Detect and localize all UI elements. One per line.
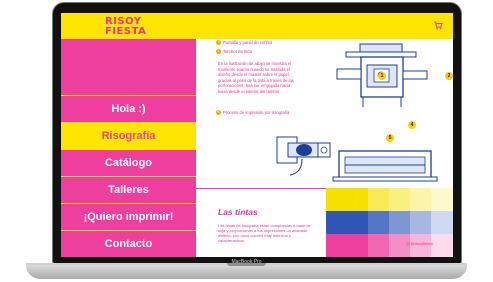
swatch-blue-3	[389, 211, 410, 234]
swatch-pink-5	[431, 234, 453, 257]
swatch-yellow-2	[368, 188, 389, 211]
swatch-yellow-3	[389, 188, 410, 211]
diagram-num-2: 2	[445, 72, 453, 80]
nav-label: ¡Quiero imprimir!	[83, 211, 174, 223]
swatch-yellow-4	[410, 188, 431, 211]
ink-swatches	[326, 188, 453, 257]
screen: Hola :) Risografía Catálogo Talleres ¡Qu…	[61, 13, 453, 257]
nav-item-contacto[interactable]: Contacto	[61, 230, 196, 257]
step-3-label: Pantalla y panel de control	[223, 40, 273, 45]
device-label: MacBook Pro	[231, 259, 262, 265]
tintas-section: Las tintas Las tintas de risografía está…	[196, 188, 326, 257]
instagram-icon: ◎	[406, 241, 410, 246]
step-6-dot: 6	[216, 110, 221, 116]
swatch-yellow-5	[431, 188, 453, 211]
nav-label: Hola :)	[111, 103, 146, 115]
sidebar: Hola :) Risografía Catálogo Talleres ¡Qu…	[61, 39, 196, 257]
printer-diagram	[336, 43, 428, 107]
step-6-text: 6 Proceso de impresión por risografía	[216, 110, 306, 116]
swatch-pink	[326, 234, 368, 257]
step-4-dot: 4	[216, 49, 221, 55]
scene: MacBook Pro Hola :) Risografía Catálogo …	[0, 0, 493, 282]
swatch-blue-4	[410, 211, 431, 234]
nav-label: Contacto	[104, 238, 153, 250]
swatch-blue	[326, 211, 368, 234]
swatch-pink-2	[368, 234, 389, 257]
nav-label: Risografía	[101, 130, 156, 142]
nav-item-talleres[interactable]: Talleres	[61, 176, 196, 203]
step-4-text: 4 Tambor de tinta	[216, 49, 296, 55]
step-4-label: Tambor de tinta	[223, 49, 252, 54]
step-3-dot: 3	[216, 40, 221, 46]
nav-item-risografia[interactable]: Risografía	[61, 122, 196, 149]
diagram-num-4: 4	[408, 121, 416, 129]
nav-item-hola[interactable]: Hola :)	[61, 95, 196, 122]
step-6-label: Proceso de impresión por risografía	[223, 110, 290, 115]
nav-label: Talleres	[108, 184, 149, 196]
laptop-base	[26, 265, 467, 279]
tintas-text: Las tintas de risografía están compuesta…	[218, 223, 311, 243]
nav-label: Catálogo	[104, 157, 153, 169]
nav-item-quiero-imprimir[interactable]: ¡Quiero imprimir!	[61, 203, 196, 230]
tintas-title: Las tintas	[218, 207, 258, 217]
diagram-num-5: 5	[386, 134, 394, 142]
tray-diagram	[332, 150, 438, 182]
cart-icon[interactable]	[433, 20, 443, 30]
swatch-blue-5	[431, 211, 453, 234]
diagram-num-1: 1	[378, 72, 386, 80]
process-paragraph: En la ilustración de abajo se muestra el…	[218, 61, 294, 94]
drum-diagram	[276, 136, 331, 176]
step-3-text: 3 Pantalla y panel de control	[216, 40, 296, 46]
swatch-blue-2	[368, 211, 389, 234]
swatch-yellow	[326, 188, 368, 211]
nav-item-catalogo[interactable]: Catálogo	[61, 149, 196, 176]
logo-line-2: FIESTA	[105, 26, 147, 37]
instagram-link[interactable]: ◎ @risoyfiesta	[406, 241, 433, 246]
instagram-handle: @risoyfiesta	[410, 241, 433, 246]
brand-logo[interactable]: RISOY FIESTA	[105, 17, 160, 47]
